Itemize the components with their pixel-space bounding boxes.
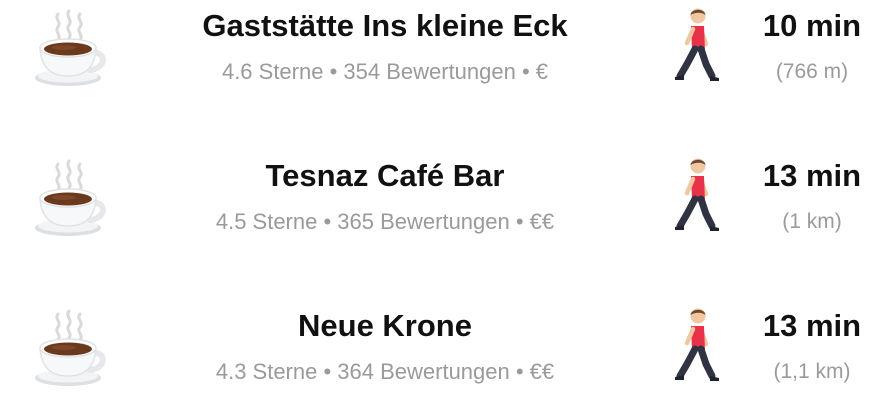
places-list: Gaststätte Ins kleine Eck 4.6 Sterne • 3…	[0, 0, 894, 386]
walking-person-icon	[672, 156, 722, 236]
walk-distance: (1 km)	[782, 210, 842, 233]
place-list-item[interactable]: Tesnaz Café Bar 4.5 Sterne • 365 Bewertu…	[0, 150, 894, 250]
coffee-cup-icon	[28, 158, 110, 240]
walking-person-icon	[672, 306, 722, 386]
walk-distance: (1,1 km)	[773, 360, 851, 383]
place-list-item[interactable]: Neue Krone 4.3 Sterne • 364 Bewertungen …	[0, 300, 894, 400]
place-rating-meta: 4.3 Sterne • 364 Bewertungen • €€	[215, 359, 555, 384]
coffee-cup-icon	[28, 308, 110, 390]
place-list-item[interactable]: Gaststätte Ins kleine Eck 4.6 Sterne • 3…	[0, 0, 894, 100]
walk-time: 10 min	[762, 8, 862, 43]
place-rating-meta: 4.5 Sterne • 365 Bewertungen • €€	[215, 209, 555, 234]
walk-time: 13 min	[762, 308, 862, 343]
walk-time: 13 min	[762, 158, 862, 193]
walk-distance: (766 m)	[775, 60, 849, 83]
place-rating-meta: 4.6 Sterne • 354 Bewertungen • €	[221, 59, 549, 84]
place-name: Tesnaz Café Bar	[265, 158, 505, 193]
place-name: Gaststätte Ins kleine Eck	[202, 8, 568, 43]
place-name: Neue Krone	[298, 308, 472, 343]
coffee-cup-icon	[28, 8, 110, 90]
walking-person-icon	[672, 6, 722, 86]
